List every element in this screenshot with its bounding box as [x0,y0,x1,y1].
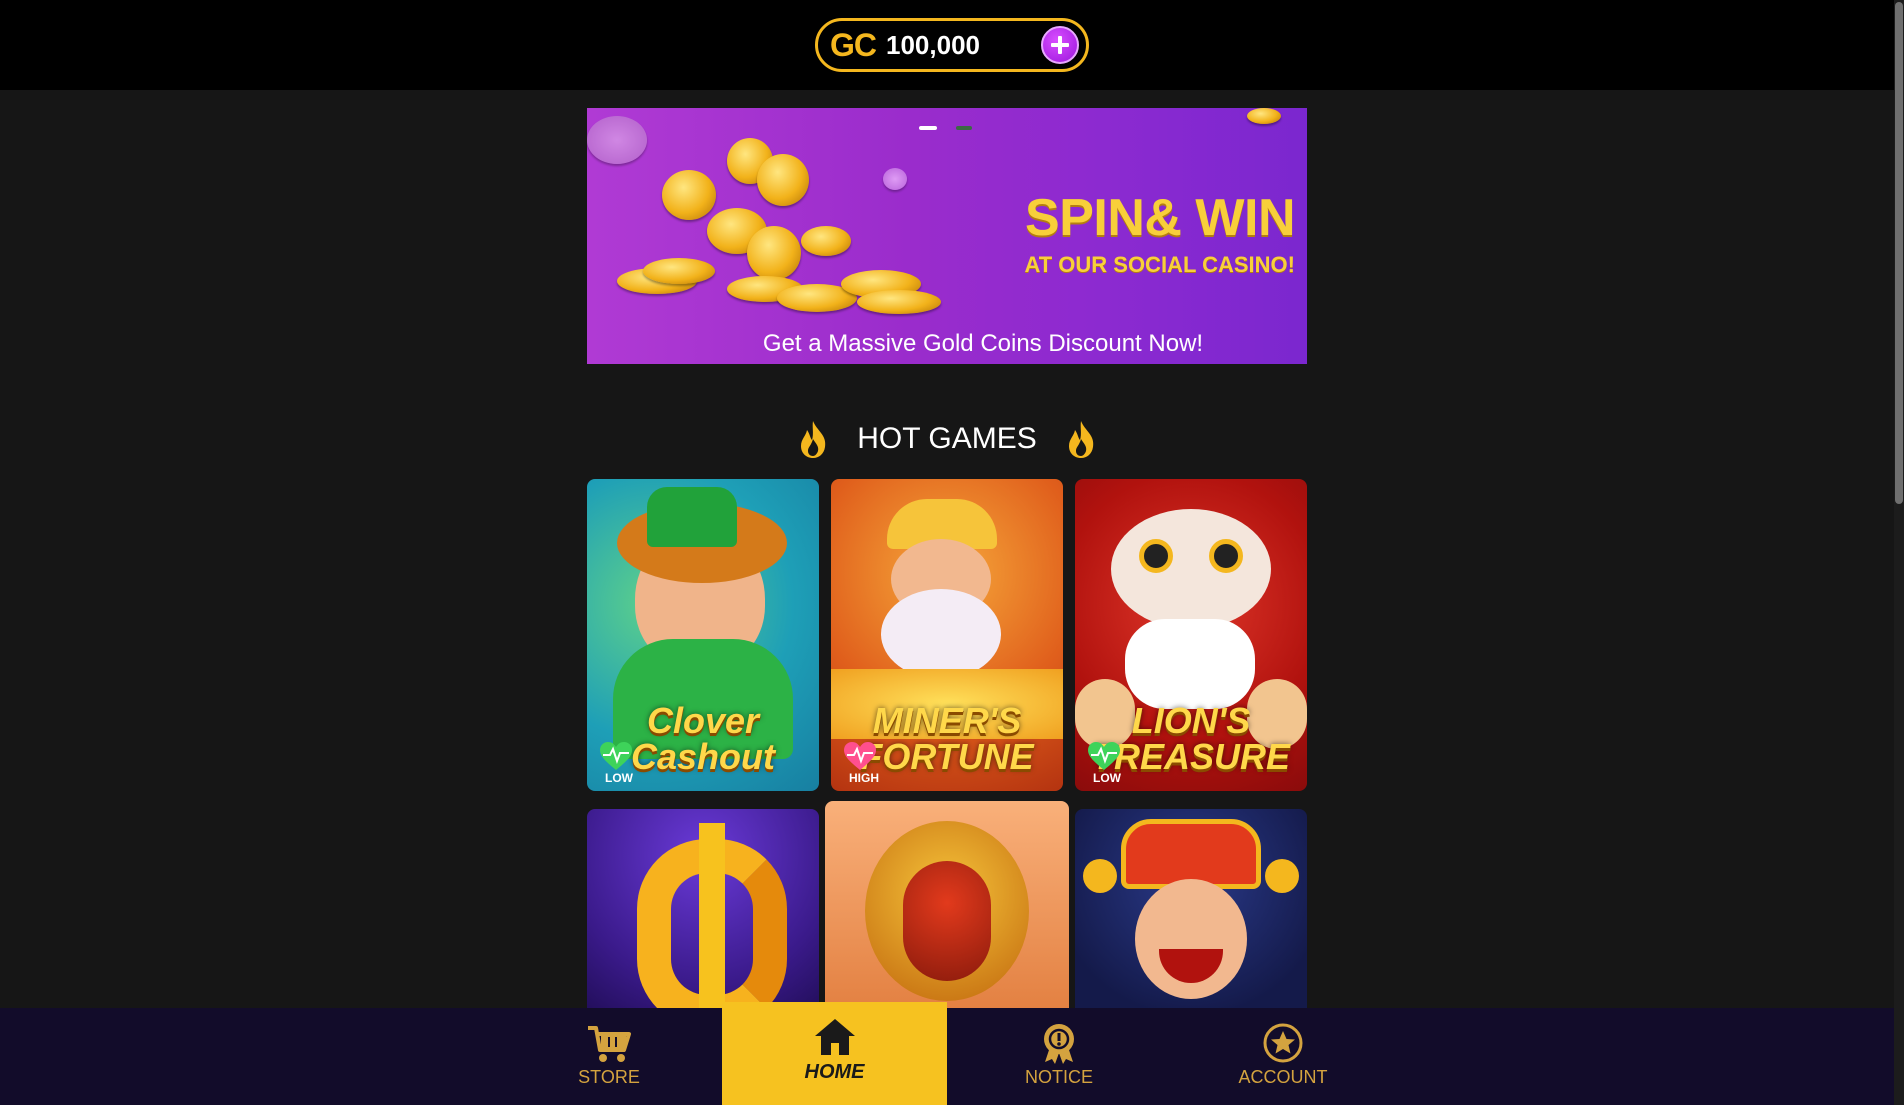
flame-icon [801,421,826,458]
volatility-label: HIGH [849,771,879,785]
top-bar: GC 100,000 [0,0,1894,90]
bottom-nav: STORE HOME NOTICE ACCOUNT [0,1002,1894,1105]
game-tile[interactable] [1075,809,1307,1039]
nav-home[interactable]: HOME [722,1002,947,1105]
hot-games-title: HOT GAMES [857,422,1037,455]
nav-label: STORE [578,1067,640,1087]
volatility-label: LOW [605,771,633,785]
app-screen: GC 100,000 SPIN& WIN AT OUR SOCIAL CASIN… [0,0,1904,1105]
scrollbar[interactable] [1894,0,1904,1105]
currency-label: GC [830,26,877,63]
flame-icon [1068,421,1093,458]
banner-footer-text: Get a Massive Gold Coins Discount Now! [762,330,1204,357]
carousel-dot[interactable] [956,126,972,130]
heart-pulse-icon [844,742,876,770]
volatility-badge: LOW [597,741,645,789]
add-coins-button[interactable] [1041,26,1079,64]
carousel-dot-active[interactable] [919,126,937,130]
banner-subtitle: AT OUR SOCIAL CASINO! [1024,252,1295,277]
nav-label: HOME [804,1061,865,1083]
cart-icon [588,1026,631,1062]
volatility-label: LOW [1093,771,1121,785]
nav-label: ACCOUNT [1238,1067,1328,1087]
promo-banner[interactable]: SPIN& WIN AT OUR SOCIAL CASINO! Get a Ma… [587,108,1307,364]
nav-account[interactable]: ACCOUNT [1192,1008,1374,1105]
game-tile[interactable]: Clover Cashout LOW [587,479,819,791]
heart-pulse-icon [600,742,632,770]
volatility-badge: LOW [1085,741,1133,789]
volatility-badge: HIGH [841,741,889,789]
coin-balance-pill[interactable]: GC 100,000 [815,18,1089,72]
nav-label: NOTICE [1024,1067,1093,1087]
badge-icon [1044,1024,1074,1064]
heart-pulse-icon [1088,742,1120,770]
home-icon [814,1019,855,1055]
plus-icon [1051,36,1069,54]
banner-title: SPIN& WIN [1025,189,1295,247]
game-art [1075,809,1307,1039]
game-tile[interactable]: LION'S TREASURE LOW [1075,479,1307,791]
nav-notice[interactable]: NOTICE [968,1008,1150,1105]
nav-store[interactable]: STORE [518,1008,700,1105]
balance-amount: 100,000 [886,29,980,60]
scrollbar-thumb[interactable] [1895,2,1903,504]
hot-games-heading: HOT GAMES [587,416,1307,462]
game-tile[interactable]: MINER'S FORTUNE HIGH [831,479,1063,791]
star-icon [1263,1023,1303,1063]
